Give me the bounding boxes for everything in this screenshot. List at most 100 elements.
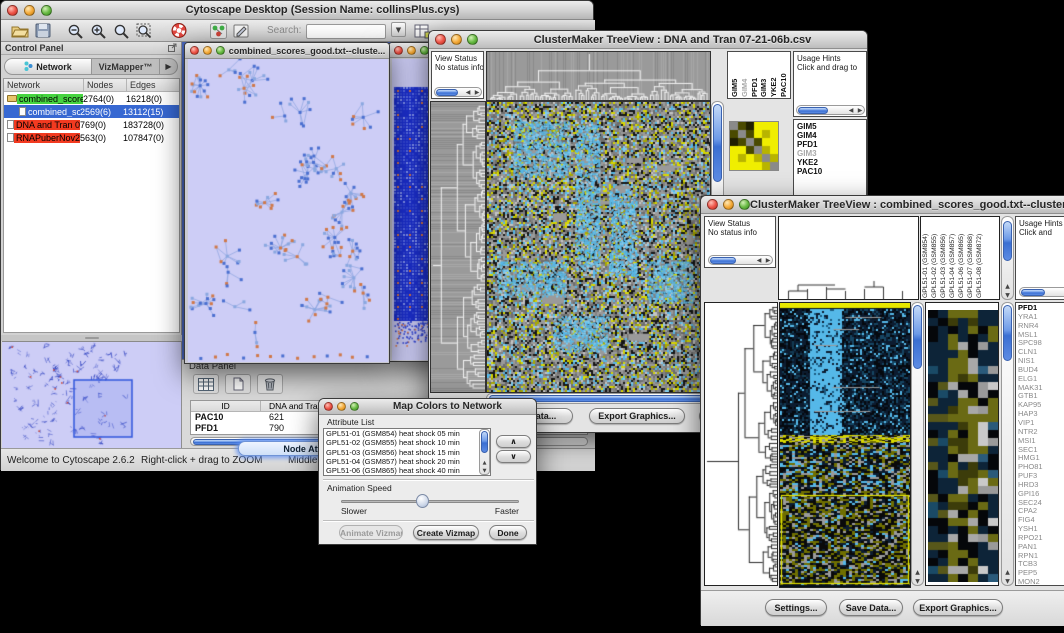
network-table-row[interactable]: RNAPuberNov2+| 563(0) 107847(0) [4,131,179,144]
treeview1-row-dendrogram[interactable] [430,101,486,393]
animate-vizmap-button[interactable]: Animate Vizmap [339,525,403,540]
export-graphics-button[interactable]: Export Graphics... [913,599,1003,616]
search-input[interactable]: ▼ [306,22,405,40]
column-label[interactable]: YKE2 [769,52,778,97]
close-icon[interactable] [7,5,18,16]
table-icon[interactable] [193,374,219,394]
treeview2-column-dendrogram[interactable] [778,216,919,300]
create-vizmap-button[interactable]: Create Vizmap [413,525,479,540]
attr-col-id[interactable]: ID [191,401,261,411]
attribute-item[interactable]: GPL51-07 (GSM868) heat shock 60 min [324,475,490,476]
zoom-window-icon[interactable] [350,402,359,411]
column-label[interactable]: GIM3 [759,52,768,97]
array-label[interactable]: GPL51-08 (GSM872) [976,217,985,298]
minimize-icon[interactable] [451,34,462,45]
array-label[interactable]: GPL51-07 (GSM868) [967,217,976,298]
close-icon[interactable] [707,199,718,210]
move-up-button[interactable]: ∧ [496,435,531,448]
attribute-item[interactable]: GPL51-03 (GSM856) heat shock 15 min [324,448,490,457]
minimize-icon[interactable] [723,199,734,210]
treeview1-heatmap[interactable] [486,101,711,393]
open-file-icon[interactable] [11,23,29,38]
treeview2-zoom-vscrollbar[interactable]: ▲ ▼ [1001,302,1014,586]
attribute-item[interactable]: GPL51-02 (GSM855) heat shock 10 min [324,438,490,447]
tab-overflow-arrow[interactable]: ▶ [159,59,177,74]
close-icon[interactable] [394,46,403,55]
treeview1-titlebar[interactable]: ClusterMaker TreeView : DNA and Tran 07-… [429,31,867,49]
array-label[interactable]: GPL51-03 (GSM856) [940,217,949,298]
minimize-icon[interactable] [337,402,346,411]
zoom-window-icon[interactable] [739,199,750,210]
zoom-selected-icon[interactable] [113,23,130,39]
treeview2-status-hscrollbar[interactable]: ◀ ▶ [708,255,773,265]
network-table-header[interactable]: Network Nodes Edges [4,79,179,92]
move-down-button[interactable]: ∨ [496,450,531,463]
treeview2-labels-vscrollbar[interactable]: ▲ ▼ [1001,216,1014,300]
help-lifesaver-icon[interactable] [170,22,188,39]
done-button[interactable]: Done [489,525,527,540]
array-label[interactable]: GPL51-01 (GSM854) [922,217,931,298]
tab-vizmapper[interactable]: VizMapper™ [92,59,159,74]
attribute-list[interactable]: GPL51-01 (GSM854) heat shock 05 minGPL51… [323,428,491,476]
treeview1-usage-hscrollbar[interactable]: ◀ ▶ [796,105,865,115]
treeview1-status-hscrollbar[interactable]: ◀ ▶ [434,87,482,97]
minimize-icon[interactable] [24,5,35,16]
attribute-item[interactable]: GPL51-04 (GSM857) heat shock 20 min [324,457,490,466]
network-table-row[interactable]: combined_scores 2764(0) 16218(0) [4,92,179,105]
close-icon[interactable] [190,46,199,55]
gene-label[interactable]: GIM4 [797,131,866,140]
main-titlebar[interactable]: Cytoscape Desktop (Session Name: collins… [1,1,593,20]
column-label[interactable]: PAC10 [779,52,788,97]
birdseye-canvas[interactable] [2,342,181,448]
attribute-item[interactable]: GPL51-06 (GSM865) heat shock 40 min [324,466,490,475]
network-table-row[interactable]: DNA and Tran 07 769(0) 183728(0) [4,118,179,131]
network-view-icon[interactable] [210,23,227,39]
dialog-titlebar[interactable]: Map Colors to Network [319,399,536,415]
chevron-down-icon[interactable]: ▼ [391,22,406,37]
delete-icon[interactable] [257,374,283,394]
treeview2-usage-hscrollbar[interactable] [1019,287,1064,297]
attribute-item[interactable]: GPL51-01 (GSM854) heat shock 05 min [324,429,490,438]
speed-slider-thumb[interactable] [416,494,429,508]
zoom-fit-icon[interactable] [136,23,154,39]
array-label[interactable]: GPL51-04 (GSM857) [949,217,958,298]
new-document-icon[interactable] [225,374,251,394]
tab-network[interactable]: Network [5,59,92,74]
treeview1-column-dendrogram[interactable] [486,51,711,101]
export-graphics-button[interactable]: Export Graphics... [589,408,685,424]
network-table-row[interactable]: combined_sco 2569(6) 13112(15) [4,105,179,118]
speed-slider-track[interactable] [341,500,519,503]
close-icon[interactable] [435,34,446,45]
close-icon[interactable] [324,402,333,411]
zoom-window-icon[interactable] [41,5,52,16]
treeview2-heatmap[interactable] [779,302,911,588]
treeview2-row-dendrogram[interactable] [704,302,778,586]
network-window-titlebar[interactable]: combined_scores_good.txt--cluste... [185,43,389,59]
float-panel-icon[interactable] [168,39,177,57]
annotation-icon[interactable] [233,23,250,39]
column-label[interactable]: PFD1 [750,52,759,97]
gene-label[interactable]: PAC10 [797,167,866,176]
treeview2-heatmap-vscrollbar[interactable]: ▲ ▼ [911,302,924,586]
treeview2-zoom-panel[interactable] [925,302,999,586]
treeview1-global-zoom-map[interactable] [729,121,779,171]
zoom-in-icon[interactable] [90,23,107,39]
zoom-window-icon[interactable] [216,46,225,55]
array-label[interactable]: GPL51-06 (GSM865) [958,217,967,298]
treeview2-titlebar[interactable]: ClusterMaker TreeView : combined_scores_… [701,196,1064,214]
gene-label[interactable]: PFD1 [797,140,866,149]
save-icon[interactable] [35,23,51,38]
zoom-window-icon[interactable] [467,34,478,45]
gene-label[interactable]: YKE2 [797,158,866,167]
minimize-icon[interactable] [407,46,416,55]
gene-label[interactable]: GIM5 [797,122,866,131]
birdseye-view[interactable] [2,341,181,448]
gene-label[interactable]: MON2 [1018,578,1064,586]
zoom-out-icon[interactable] [67,23,84,39]
settings-button[interactable]: Settings... [765,599,827,616]
gene-label[interactable]: GIM3 [797,149,866,158]
network-canvas[interactable] [188,59,388,362]
save-data-button[interactable]: Save Data... [839,599,903,616]
column-label[interactable]: GIM4 [740,52,749,97]
column-label[interactable]: GIM5 [730,52,739,97]
